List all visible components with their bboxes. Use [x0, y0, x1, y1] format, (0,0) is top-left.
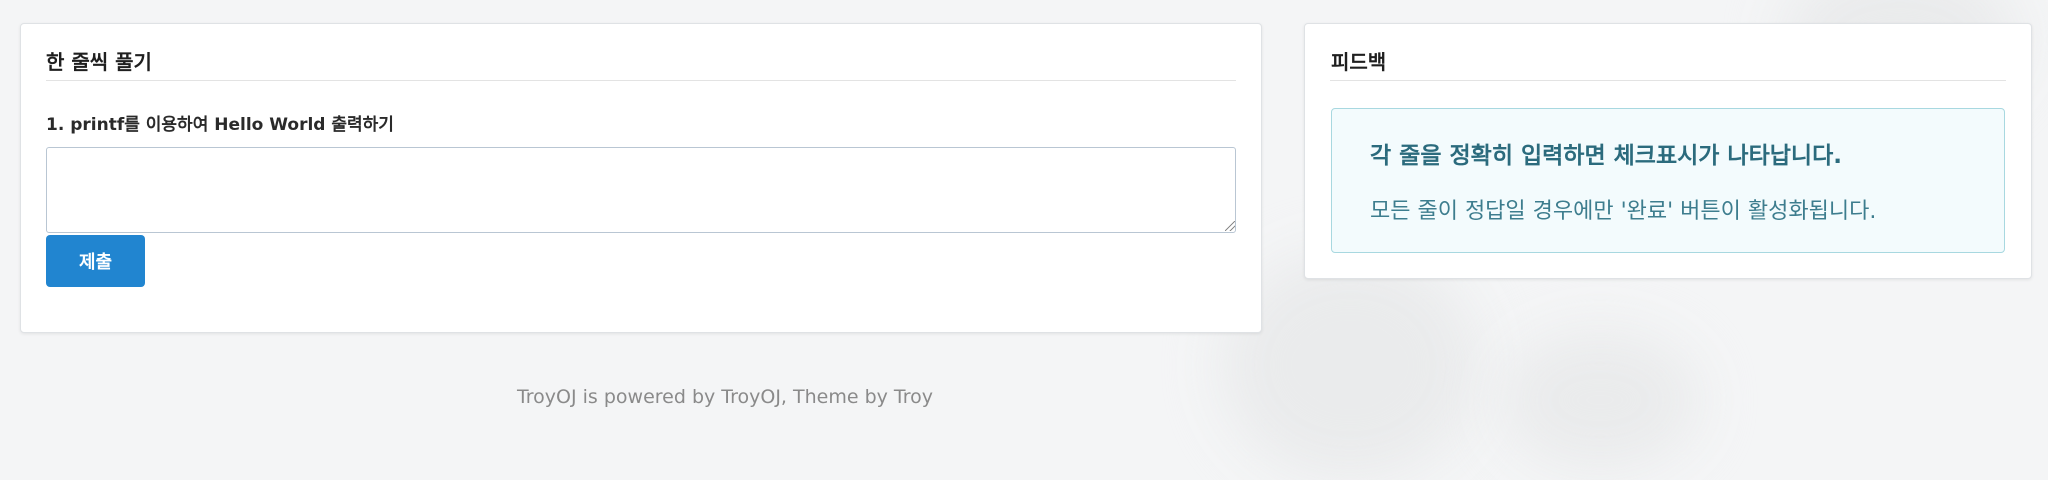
card-title: 한 줄씩 풀기	[46, 50, 152, 74]
info-message-title: 각 줄을 정확히 입력하면 체크표시가 나타납니다.	[1370, 143, 1842, 169]
resize-handle-icon[interactable]	[1225, 221, 1235, 231]
card-title: 피드백	[1331, 50, 1387, 74]
question-label: 1. printf를 이용하여 Hello World 출력하기	[46, 115, 394, 135]
title-divider	[1330, 80, 2006, 81]
title-divider	[46, 80, 1236, 81]
info-message: 각 줄을 정확히 입력하면 체크표시가 나타납니다. 모든 줄이 정답일 경우에…	[1331, 108, 2005, 253]
info-message-text: 모든 줄이 정답일 경우에만 '완료' 버튼이 활성화됩니다.	[1370, 199, 1877, 224]
feedback-card: 피드백 각 줄을 정확히 입력하면 체크표시가 나타납니다. 모든 줄이 정답일…	[1304, 23, 2032, 279]
line-by-line-card: 한 줄씩 풀기 1. printf를 이용하여 Hello World 출력하기…	[20, 23, 1262, 333]
footer-credit: TroyOJ is powered by TroyOJ, Theme by Tr…	[516, 386, 934, 408]
submit-button[interactable]: 제출	[46, 235, 145, 287]
answer-input[interactable]	[46, 147, 1236, 233]
background-decoration	[1500, 330, 1700, 470]
